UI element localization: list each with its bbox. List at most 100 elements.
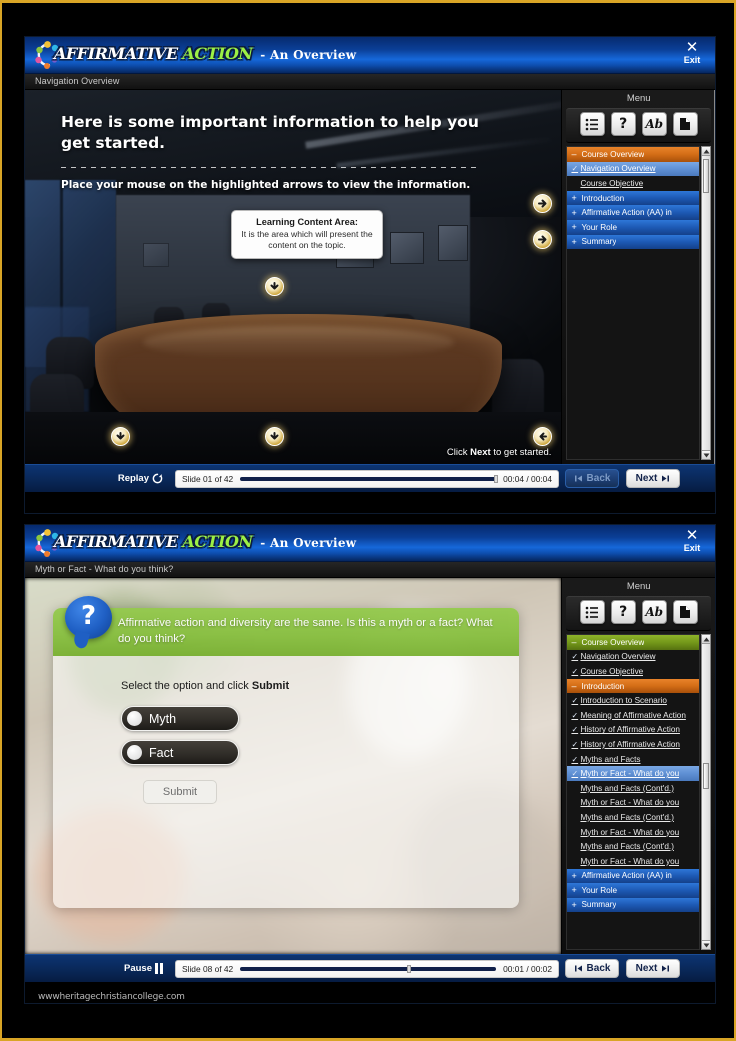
- progress-knob[interactable]: [494, 474, 499, 483]
- scroll-down-icon[interactable]: [702, 450, 710, 459]
- progress-knob[interactable]: [407, 964, 412, 973]
- menu-group-affirmative-action-aa-in[interactable]: + Affirmative Action (AA) in: [567, 205, 699, 220]
- outline-list-icon[interactable]: [579, 112, 605, 136]
- expand-toggle-icon[interactable]: +: [571, 885, 581, 895]
- menu-item-course-objective[interactable]: Course Objective: [567, 176, 699, 191]
- seek-bar[interactable]: Slide 01 of 42 00:04 / 00:04: [175, 469, 559, 488]
- breadcrumb: Myth or Fact - What do you think?: [35, 564, 174, 574]
- resources-page-icon[interactable]: [672, 600, 698, 624]
- next-arrow-icon: [662, 475, 670, 482]
- expand-toggle-icon[interactable]: –: [571, 637, 581, 647]
- menu-item-myth-or-fact-what-do-you[interactable]: Myth or Fact - What do you: [567, 825, 699, 840]
- breadcrumb: Navigation Overview: [35, 76, 120, 86]
- player-body: Affirmative action and diversity are the…: [25, 578, 715, 954]
- hotspot-bottom-right[interactable]: [533, 427, 552, 446]
- glossary-ab-icon[interactable]: Ab: [641, 600, 667, 624]
- menu-item-myth-or-fact-what-do-you[interactable]: Myth or Fact - What do you: [567, 854, 699, 869]
- menu-group-your-role[interactable]: + Your Role: [567, 219, 699, 235]
- next-button[interactable]: Next: [626, 469, 680, 488]
- course-menu-list[interactable]: – Course Overview ✓ Navigation Overview ✓ Cou…: [566, 634, 700, 950]
- menu-scroll-thumb[interactable]: [703, 763, 709, 789]
- hotspot-bottom-center[interactable]: [265, 427, 284, 446]
- expand-toggle-icon[interactable]: –: [571, 149, 581, 159]
- hotspot-bottom-left[interactable]: [111, 427, 130, 446]
- next-button[interactable]: Next: [626, 959, 680, 978]
- menu-item-myths-and-facts-cont-d[interactable]: Myths and Facts (Cont'd.): [567, 781, 699, 796]
- menu-item-label: Navigation Overview: [580, 164, 656, 174]
- menu-item-myth-or-fact-what-do-you[interactable]: Myth or Fact - What do you: [567, 796, 699, 811]
- menu-scrollbar[interactable]: [701, 634, 711, 950]
- outline-list-icon[interactable]: [579, 600, 605, 624]
- menu-group-summary[interactable]: + Summary: [567, 897, 699, 913]
- radio-icon[interactable]: [127, 711, 142, 726]
- scroll-down-icon[interactable]: [702, 940, 710, 949]
- completed-check-icon: ✓: [571, 652, 579, 662]
- help-question-icon[interactable]: ?: [610, 600, 636, 624]
- hotspot-content-area[interactable]: [265, 277, 284, 296]
- menu-item-myths-and-facts-cont-d[interactable]: Myths and Facts (Cont'd.): [567, 810, 699, 825]
- menu-item-meaning-of-affirmative-action[interactable]: ✓ Meaning of Affirmative Action: [567, 708, 699, 723]
- exit-button[interactable]: ✕ Exit: [677, 40, 707, 66]
- hotspot-right-mid[interactable]: [533, 230, 552, 249]
- menu-group-your-role[interactable]: + Your Role: [567, 883, 699, 898]
- stage-hint-post: to get started.: [490, 447, 552, 458]
- close-icon: ✕: [685, 38, 699, 56]
- menu-item-navigation-overview[interactable]: ✓ Navigation Overview: [567, 650, 699, 665]
- menu-toolbar: ? Ab: [566, 596, 711, 631]
- menu-item-myths-and-facts[interactable]: ✓ Myths and Facts: [567, 752, 699, 767]
- menu-group-summary[interactable]: + Summary: [567, 234, 699, 250]
- callout-body: It is the area which will present the co…: [241, 229, 373, 250]
- quiz-body: Select the option and click Submit Myth …: [53, 656, 519, 804]
- menu-item-label: Introduction: [581, 193, 625, 203]
- expand-toggle-icon[interactable]: +: [571, 193, 581, 203]
- menu-group-course-overview[interactable]: – Course Overview: [567, 635, 699, 650]
- help-question-icon[interactable]: ?: [610, 112, 636, 136]
- menu-group-affirmative-action-aa-in[interactable]: + Affirmative Action (AA) in: [567, 868, 699, 884]
- pause-button[interactable]: Pause: [25, 963, 175, 974]
- menu-item-history-of-affirmative-action[interactable]: ✓ History of Affirmative Action: [567, 723, 699, 738]
- back-button[interactable]: Back: [565, 959, 619, 978]
- expand-toggle-icon[interactable]: –: [571, 681, 581, 691]
- menu-item-course-objective[interactable]: ✓ Course Objective: [567, 664, 699, 679]
- expand-toggle-icon[interactable]: +: [571, 871, 581, 881]
- menu-group-introduction[interactable]: + Introduction: [567, 190, 699, 206]
- back-button[interactable]: Back: [565, 469, 619, 488]
- menu-item-label: Myths and Facts (Cont'd.): [580, 842, 674, 852]
- menu-item-label: Navigation Overview: [580, 652, 656, 662]
- menu-scrollbar[interactable]: [701, 146, 711, 460]
- menu-item-history-of-affirmative-action[interactable]: ✓ History of Affirmative Action: [567, 737, 699, 752]
- stage-hint: Click Next to get started.: [447, 447, 552, 458]
- hotspot-right-top[interactable]: [533, 194, 552, 213]
- radio-icon[interactable]: [127, 745, 142, 760]
- progress-track[interactable]: [240, 474, 499, 483]
- expand-toggle-icon[interactable]: +: [571, 900, 581, 910]
- replay-button[interactable]: Replay: [25, 473, 175, 484]
- resources-page-icon[interactable]: [672, 112, 698, 136]
- quiz-prompt-bold: Submit: [251, 680, 290, 692]
- exit-button[interactable]: ✕ Exit: [677, 528, 707, 554]
- scroll-up-icon[interactable]: [702, 635, 710, 644]
- expand-toggle-icon[interactable]: +: [571, 208, 581, 218]
- menu-item-introduction-to-scenario[interactable]: ✓ Introduction to Scenario: [567, 693, 699, 708]
- slide-instruction: Place your mouse on the highlighted arro…: [61, 179, 471, 191]
- menu-item-myth-or-fact-what-do-you[interactable]: ✓ Myth or Fact - What do you: [567, 766, 699, 781]
- menu-group-course-overview[interactable]: – Course Overview: [567, 147, 699, 162]
- seek-bar[interactable]: Slide 08 of 42 00:01 / 00:02: [175, 959, 559, 978]
- menu-item-myths-and-facts-cont-d[interactable]: Myths and Facts (Cont'd.): [567, 839, 699, 854]
- menu-group-introduction[interactable]: – Introduction: [567, 678, 699, 694]
- back-arrow-icon: [574, 965, 582, 972]
- glossary-ab-icon[interactable]: Ab: [641, 112, 667, 136]
- submit-button[interactable]: Submit: [143, 780, 217, 804]
- close-icon: ✕: [685, 526, 699, 544]
- expand-toggle-icon[interactable]: +: [571, 222, 581, 232]
- menu-scroll-thumb[interactable]: [703, 159, 709, 193]
- option-myth[interactable]: Myth: [121, 706, 239, 731]
- progress-track[interactable]: [240, 964, 497, 973]
- course-menu-list[interactable]: – Course Overview ✓ Navigation Overview Cour…: [566, 146, 700, 460]
- expand-toggle-icon[interactable]: +: [571, 237, 581, 247]
- scroll-up-icon[interactable]: [702, 147, 710, 156]
- stage-hint-pre: Click: [446, 447, 471, 458]
- slide-stage: Affirmative action and diversity are the…: [25, 578, 562, 954]
- menu-item-navigation-overview[interactable]: ✓ Navigation Overview: [567, 161, 699, 177]
- option-fact[interactable]: Fact: [121, 740, 239, 765]
